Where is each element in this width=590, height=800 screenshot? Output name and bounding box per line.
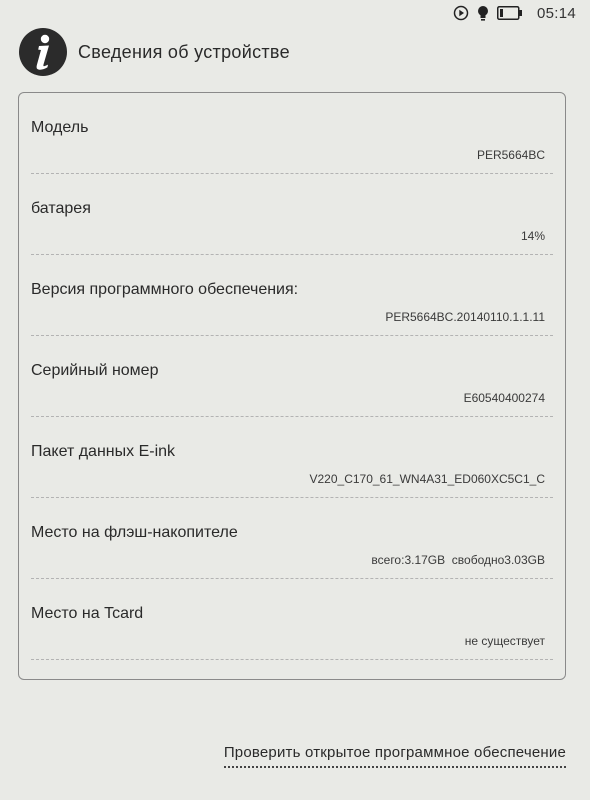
status-bar: 05:14: [0, 0, 590, 26]
item-label: Серийный номер: [31, 362, 159, 379]
device-info-panel: Модель PER5664BC батарея 14% Версия прог…: [18, 92, 566, 680]
item-divider: [31, 659, 553, 660]
item-value: PER5664BC: [476, 148, 545, 162]
info-item-flash-storage: Место на флэш-накопителе всего:3.17GB св…: [19, 498, 565, 579]
item-label: Модель: [31, 119, 89, 136]
info-icon: [18, 27, 68, 77]
item-label: батарея: [31, 200, 91, 217]
item-value: 14%: [520, 229, 545, 243]
item-value: всего:3.17GB свободно3.03GB: [371, 553, 545, 567]
play-circle-icon: [453, 5, 469, 21]
info-item-serial-number: Серийный номер E60540400274: [19, 336, 565, 417]
clock: 05:14: [536, 4, 576, 22]
check-open-source-link[interactable]: Проверить открытое программное обеспечен…: [223, 744, 566, 768]
item-value: V220_C170_61_WN4A31_ED060XC5C1_C: [309, 472, 546, 486]
page-title: Сведения об устройстве: [78, 41, 290, 62]
item-label: Версия программного обеспечения:: [31, 281, 299, 298]
header: Сведения об устройстве: [18, 26, 578, 78]
item-value: не существует: [464, 634, 545, 648]
item-label: Пакет данных E-ink: [31, 443, 176, 460]
battery-icon: [496, 6, 523, 20]
bulb-icon: [477, 5, 489, 22]
item-value: PER5664BC.20140110.1.1.11: [385, 310, 545, 324]
info-item-eink-package: Пакет данных E-ink V220_C170_61_WN4A31_E…: [19, 417, 565, 498]
item-label: Место на флэш-накопителе: [31, 524, 238, 541]
info-item-tcard-storage: Место на Tcard не существует: [19, 579, 565, 660]
info-item-software-version: Версия программного обеспечения: PER5664…: [19, 255, 565, 336]
info-item-battery: батарея 14%: [19, 174, 565, 255]
info-item-model: Модель PER5664BC: [19, 93, 565, 174]
status-icons: 05:14: [453, 3, 576, 23]
item-label: Место на Tcard: [31, 605, 144, 622]
item-value: E60540400274: [463, 391, 545, 405]
